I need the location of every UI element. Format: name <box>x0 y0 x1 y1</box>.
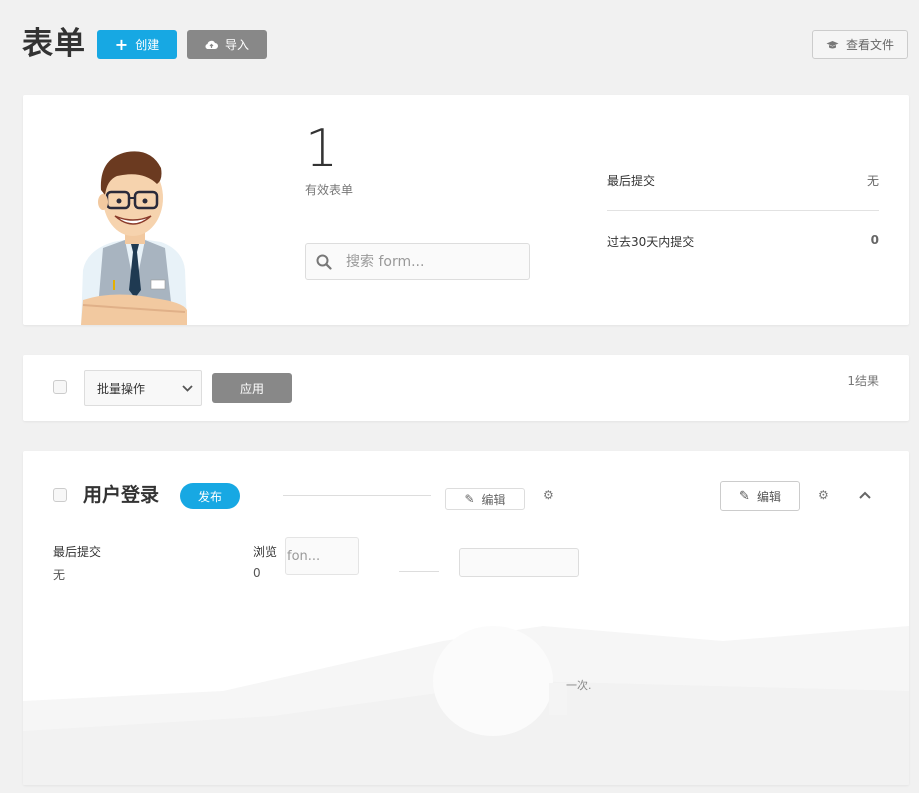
form-row-checkbox[interactable] <box>53 488 67 502</box>
form-last-submission-value: 无 <box>53 568 66 582</box>
form-card: 用户登录 发布 ✎ 编辑 ⚙ ✎ 编辑 ⚙ 最后提交 无 浏览 0 fon...… <box>23 451 909 785</box>
create-button-label: 创建 <box>135 38 160 52</box>
stats-divider <box>607 210 879 211</box>
background-decoration <box>23 626 909 785</box>
ghost-edit-label: 编辑 <box>481 492 506 507</box>
settings-gear-icon[interactable]: ⚙ <box>818 488 829 502</box>
view-docs-button[interactable]: 查看文件 <box>812 30 908 59</box>
search-input[interactable] <box>344 252 508 271</box>
ghost-trailing-text: 一次. <box>566 679 592 692</box>
create-button[interactable]: + 创建 <box>97 30 177 59</box>
bulk-action-select[interactable]: 批量操作 <box>84 370 202 406</box>
edit-button[interactable]: ✎ 编辑 <box>720 481 800 511</box>
ghost-button[interactable] <box>459 548 579 577</box>
form-views-label: 浏览 <box>253 545 278 559</box>
apply-button[interactable]: 应用 <box>212 373 292 403</box>
active-form-label: 有效表单 <box>305 183 354 197</box>
select-all-checkbox[interactable] <box>53 380 67 394</box>
plus-icon: + <box>114 34 129 54</box>
form-views-value: 0 <box>253 566 261 580</box>
submissions-30d-value: 0 <box>870 233 879 247</box>
gear-icon[interactable]: ⚙ <box>543 488 554 502</box>
status-badge: 发布 <box>180 483 240 509</box>
last-submission-value: 无 <box>866 174 879 188</box>
result-count: 1结果 <box>847 374 879 388</box>
form-last-submission-label: 最后提交 <box>53 545 102 559</box>
bulk-actions-panel: 批量操作 应用 1结果 <box>23 355 909 421</box>
summary-panel: 1 有效表单 最后提交 无 过去30天内提交 0 <box>23 95 909 325</box>
pencil-icon: ✎ <box>739 488 750 504</box>
ghost-divider <box>283 495 431 496</box>
search-icon <box>316 254 332 270</box>
last-submission-label: 最后提交 <box>607 174 656 188</box>
import-button[interactable]: 导入 <box>187 30 267 59</box>
ghost-search-input[interactable]: fon... <box>285 537 359 575</box>
view-docs-label: 查看文件 <box>845 38 894 52</box>
search-box[interactable] <box>305 243 530 280</box>
import-button-label: 导入 <box>224 38 249 52</box>
page-title: 表单 <box>22 26 86 62</box>
active-form-count: 1 <box>305 119 339 179</box>
cloud-upload-icon <box>205 40 218 49</box>
chevron-down-icon <box>182 384 193 392</box>
pencil-icon: ✎ <box>464 492 475 506</box>
graduation-cap-icon <box>826 40 839 48</box>
form-title[interactable]: 用户登录 <box>83 481 159 509</box>
bulk-action-value: 批量操作 <box>97 381 146 396</box>
submissions-30d-label: 过去30天内提交 <box>607 235 695 249</box>
edit-label: 编辑 <box>756 489 781 504</box>
chevron-up-icon[interactable] <box>859 491 871 499</box>
ghost-edit-button[interactable]: ✎ 编辑 <box>445 488 525 510</box>
ghost-block <box>549 683 567 715</box>
ghost-divider-2 <box>399 571 439 572</box>
mascot-illustration <box>81 151 187 325</box>
